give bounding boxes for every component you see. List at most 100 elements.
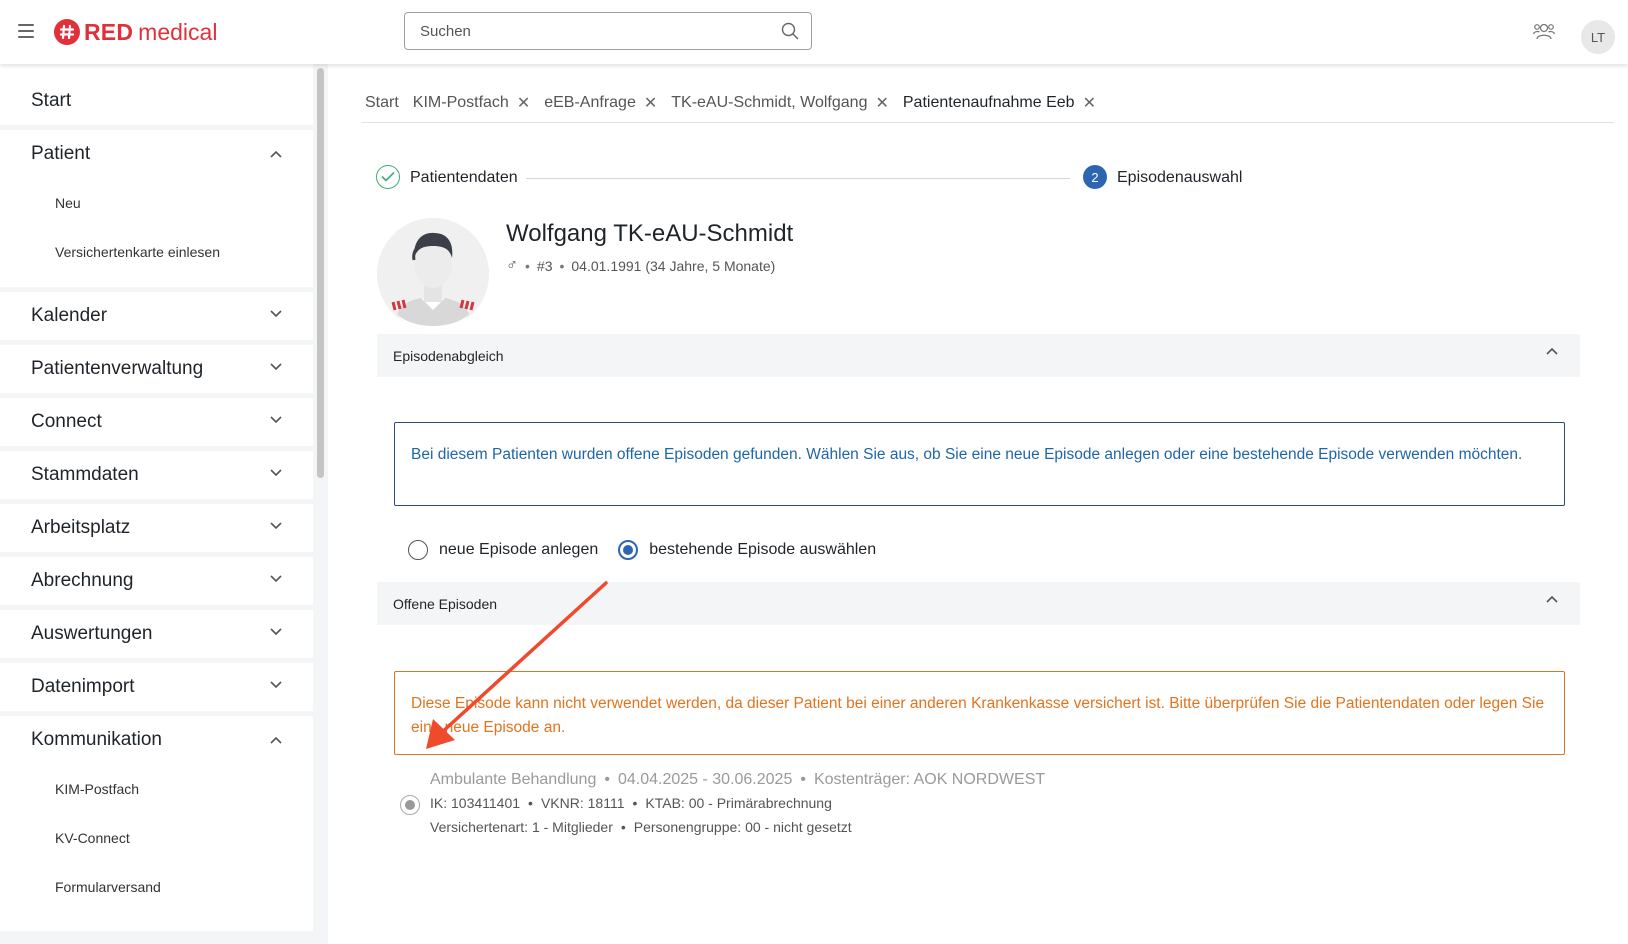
tab-label: Patientenaufnahme Eeb <box>902 94 1075 111</box>
sidebar-scrollbar[interactable] <box>317 68 324 478</box>
chevron-down-icon <box>270 522 282 530</box>
sidebar-subitem-kv-connect[interactable]: KV-Connect <box>0 813 316 862</box>
step-number-badge: 2 <box>1083 165 1107 189</box>
sidebar-item-label: Patientenverwaltung <box>31 358 204 379</box>
sidebar-item-arbeitsplatz[interactable]: Arbeitsplatz <box>0 504 316 552</box>
sidebar-section-stammdaten: Stammdaten <box>0 451 316 499</box>
logo[interactable]: RED medical <box>54 18 217 46</box>
sidebar-item-label: Stammdaten <box>31 464 139 485</box>
separator-dot: • <box>528 795 533 811</box>
episode-insurance: Versichertenart: 1 - Mitglieder • Person… <box>430 819 852 835</box>
radio-existing-episode[interactable] <box>618 540 639 560</box>
sidebar-subitem-formularversand[interactable]: Formularversand <box>0 862 316 911</box>
sidebar-section-kalender: Kalender <box>0 292 316 340</box>
warning-message: Diese Episode kann nicht verwendet werde… <box>394 671 1565 755</box>
episode-personengruppe: Personengruppe: 00 - nicht gesetzt <box>633 819 852 835</box>
close-icon[interactable]: ✕ <box>1083 93 1096 113</box>
chevron-down-icon <box>270 628 282 636</box>
chevron-down-icon <box>270 363 282 371</box>
close-icon[interactable]: ✕ <box>644 93 657 113</box>
tab-label: eEB-Anfrage <box>544 94 636 111</box>
sidebar-item-stammdaten[interactable]: Stammdaten <box>0 451 316 499</box>
tab-label: TK-eAU-Schmidt, Wolfgang <box>671 94 868 111</box>
sidebar-section-auswertungen: Auswertungen <box>0 610 316 658</box>
tab-tk-eau-schmidt[interactable]: TK-eAU-Schmidt, Wolfgang ✕ <box>667 88 893 118</box>
tab-patientenaufnahme[interactable]: Patientenaufnahme Eeb ✕ <box>899 88 1100 118</box>
episode-details: IK: 103411401 • VKNR: 18111 • KTAB: 00 -… <box>430 795 832 811</box>
episode-type: Ambulante Behandlung <box>430 771 597 788</box>
tab-bar: Start KIM-Postfach ✕ eEB-Anfrage ✕ TK-eA… <box>361 88 1106 118</box>
sidebar-item-label: Patient <box>31 143 91 164</box>
episode-item: Ambulante Behandlung • 04.04.2025 - 30.0… <box>400 764 1100 844</box>
tab-label: Start <box>365 94 399 111</box>
episode-ktab: KTAB: 00 - Primärabrechnung <box>645 795 832 811</box>
chevron-up-icon <box>270 150 282 158</box>
sidebar-item-datenimport[interactable]: Datenimport <box>0 663 316 711</box>
search-box <box>404 12 812 50</box>
sidebar: Start Patient Neu Versichertenkarte einl… <box>0 64 316 944</box>
separator-dot: • <box>525 258 530 274</box>
sidebar-item-auswertungen[interactable]: Auswertungen <box>0 610 316 658</box>
step-connector <box>526 178 1070 179</box>
sidebar-subitem-kim-postfach[interactable]: KIM-Postfach <box>0 764 316 813</box>
sidebar-subitem-neu[interactable]: Neu <box>0 178 316 227</box>
chevron-up-icon[interactable] <box>1546 347 1558 355</box>
sidebar-item-label: Connect <box>31 411 102 432</box>
chevron-down-icon <box>270 469 282 477</box>
tab-eeb-anfrage[interactable]: eEB-Anfrage ✕ <box>540 88 661 118</box>
separator-dot: • <box>620 819 626 835</box>
panel-episodenabgleich-header[interactable]: Episodenabgleich <box>377 334 1580 377</box>
separator-dot: • <box>559 258 565 274</box>
tab-kim-postfach[interactable]: KIM-Postfach ✕ <box>409 88 534 118</box>
sidebar-section-kommunikation: Kommunikation KIM-Postfach KV-Connect Fo… <box>0 716 316 931</box>
sidebar-section-patient: Patient Neu Versichertenkarte einlesen <box>0 130 316 287</box>
sidebar-section-arbeitsplatz: Arbeitsplatz <box>0 504 316 552</box>
tab-start[interactable]: Start <box>361 88 403 118</box>
stepper: Patientendaten 2 Episodenauswahl <box>376 164 1242 192</box>
sidebar-item-kommunikation[interactable]: Kommunikation <box>0 716 316 764</box>
team-icon[interactable] <box>1532 22 1556 47</box>
user-avatar[interactable]: LT <box>1581 20 1615 54</box>
radio-label-existing-episode[interactable]: bestehende Episode auswählen <box>649 541 876 559</box>
sidebar-item-patientenverwaltung[interactable]: Patientenverwaltung <box>0 345 316 393</box>
sidebar-item-connect[interactable]: Connect <box>0 398 316 446</box>
menu-icon[interactable] <box>18 24 34 38</box>
logo-mark-icon <box>54 19 80 45</box>
chevron-down-icon <box>270 575 282 583</box>
search-input[interactable] <box>420 22 760 40</box>
logo-text-medical: medical <box>138 18 218 45</box>
sidebar-item-kalender[interactable]: Kalender <box>0 292 316 340</box>
chevron-down-icon <box>270 416 282 424</box>
sidebar-item-label: Kommunikation <box>31 729 162 750</box>
info-message: Bei diesem Patienten wurden offene Episo… <box>394 422 1565 506</box>
radio-label-new-episode[interactable]: neue Episode anlegen <box>439 541 598 559</box>
episode-summary: Ambulante Behandlung • 04.04.2025 - 30.0… <box>430 771 1045 789</box>
patient-avatar <box>377 218 489 330</box>
patient-birthdate: 04.01.1991 (34 Jahre, 5 Monate) <box>571 258 776 274</box>
sidebar-item-patient[interactable]: Patient <box>0 130 316 178</box>
panel-title: Episodenabgleich <box>393 347 504 364</box>
separator-dot: • <box>800 771 806 788</box>
episode-period: 04.04.2025 - 30.06.2025 <box>617 771 793 788</box>
patient-meta: ♂ • #3 • 04.01.1991 (34 Jahre, 5 Monate) <box>506 257 775 275</box>
step-patientendaten[interactable]: Patientendaten <box>410 169 518 187</box>
episode-radio-disabled[interactable] <box>400 795 420 815</box>
chevron-up-icon <box>270 736 282 744</box>
patient-name: Wolfgang TK-eAU-Schmidt <box>506 220 794 247</box>
search-icon[interactable] <box>781 22 799 45</box>
sidebar-item-start[interactable]: Start <box>0 64 316 125</box>
chevron-up-icon[interactable] <box>1546 595 1558 603</box>
sidebar-section-abrechnung: Abrechnung <box>0 557 316 605</box>
main-content: Start KIM-Postfach ✕ eEB-Anfrage ✕ TK-eA… <box>328 64 1628 944</box>
separator-dot: • <box>604 771 610 788</box>
sidebar-item-abrechnung[interactable]: Abrechnung <box>0 557 316 605</box>
close-icon[interactable]: ✕ <box>517 93 530 113</box>
episode-vknr: VKNR: 18111 <box>540 795 625 811</box>
check-circle-icon <box>376 165 400 189</box>
step-episodenauswahl: Episodenauswahl <box>1117 169 1243 186</box>
close-icon[interactable]: ✕ <box>875 93 888 113</box>
chevron-down-icon <box>270 310 282 318</box>
panel-offene-episoden-header[interactable]: Offene Episoden <box>377 582 1580 625</box>
radio-new-episode[interactable] <box>408 540 428 560</box>
sidebar-subitem-versichertenkarte[interactable]: Versichertenkarte einlesen <box>0 227 316 276</box>
